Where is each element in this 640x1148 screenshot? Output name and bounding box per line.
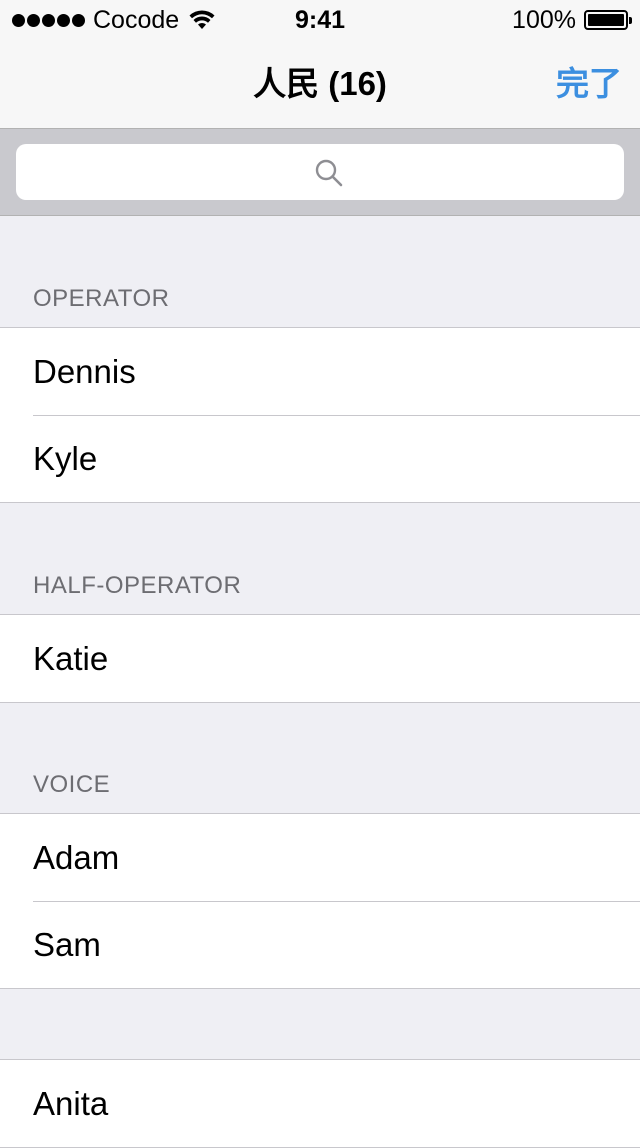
list-item[interactable]: Sam	[0, 901, 640, 988]
list-item[interactable]: Kyle	[0, 415, 640, 502]
status-bar: Cocode 9:41 100%	[0, 0, 640, 40]
list-item[interactable]: Katie	[0, 615, 640, 702]
section-header-voice: VOICE	[33, 771, 111, 798]
section-operator-list: Dennis Kyle	[0, 327, 640, 503]
status-right: 100%	[512, 0, 632, 40]
done-button[interactable]: 完了	[556, 62, 622, 106]
battery-icon	[584, 10, 632, 30]
section-header-operator: OPERATOR	[33, 285, 170, 312]
section-unnamed-list: Anita	[0, 1059, 640, 1148]
navigation-bar: Cocode 9:41 100% 人民 (16) 完了	[0, 0, 640, 129]
section-half-operator-list: Katie	[0, 614, 640, 703]
list-item[interactable]: Anita	[0, 1060, 640, 1147]
list-item[interactable]: Adam	[0, 814, 640, 901]
search-bar	[0, 129, 640, 216]
search-icon	[315, 159, 343, 187]
search-input[interactable]	[16, 144, 624, 200]
page-title: 人民 (16)	[253, 65, 387, 102]
list-item[interactable]: Dennis	[0, 328, 640, 415]
battery-percentage: 100%	[512, 6, 576, 34]
section-header-half-operator: HALF-OPERATOR	[33, 572, 242, 599]
section-voice-list: Adam Sam	[0, 813, 640, 989]
